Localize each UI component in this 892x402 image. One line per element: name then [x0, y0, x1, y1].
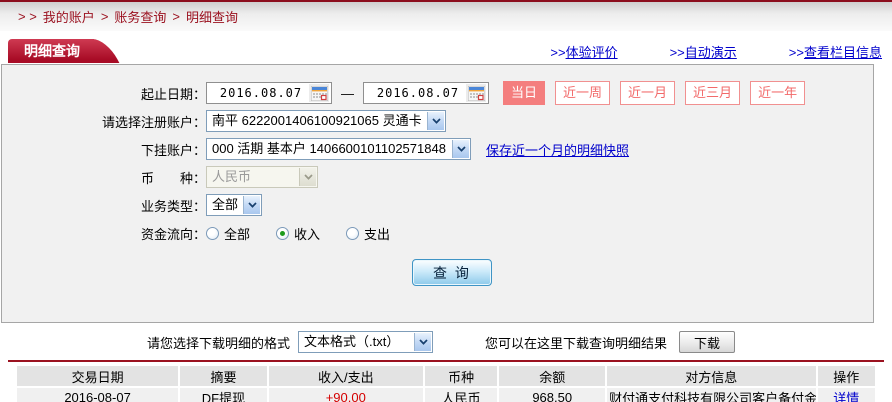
header-summary: 摘要 [180, 366, 267, 386]
query-button-row: 查 询 [2, 259, 873, 286]
register-account-value: 南平 6222001406100921065 灵通卡 [212, 113, 422, 128]
date-range-label: 起止日期： [2, 84, 206, 103]
flow-option-income[interactable]: 收入 [276, 224, 320, 243]
cell-action: 详情 [818, 388, 875, 402]
register-account-label: 请选择注册账户： [2, 112, 206, 131]
header-trade-date: 交易日期 [17, 366, 178, 386]
header-counterparty: 对方信息 [607, 366, 815, 386]
sub-account-row: 下挂账户： 000 活期 基本户 1406600101102571848 保存近… [2, 138, 873, 160]
transaction-table: 交易日期 摘要 收入/支出 币种 余额 对方信息 操作 2016-08-07 D… [15, 364, 877, 402]
link-label: 查看栏目信息 [804, 45, 882, 60]
link-view-column-info[interactable]: >>查看栏目信息 [789, 42, 882, 61]
biz-type-label: 业务类型： [2, 196, 206, 215]
fund-flow-label: 资金流向： [2, 224, 206, 243]
start-date-input[interactable]: 2016.08.07 [206, 82, 332, 104]
currency-value: 人民币 [212, 169, 251, 184]
currency-row: 币 种： 人民币 [2, 166, 873, 188]
link-prefix: >> [670, 45, 685, 60]
tab-links: >>体验评价 >>自动演示 >>查看栏目信息 [498, 42, 892, 61]
breadcrumb-separator: > [172, 9, 180, 24]
download-row: 请您选择下载明细的格式 文本格式（.txt） 您可以在这里下载查询明细结果 下载 [0, 329, 892, 355]
chevron-down-icon [299, 168, 316, 186]
fund-flow-row: 资金流向： 全部 收入 支出 [2, 222, 873, 244]
breadcrumb: > > 我的账户 > 账务查询 > 明细查询 [0, 2, 892, 31]
header-balance: 余额 [499, 366, 605, 386]
radio-icon[interactable] [206, 227, 219, 240]
chevron-down-icon [414, 333, 431, 351]
download-button[interactable]: 下载 [679, 331, 735, 353]
flow-option-label: 收入 [294, 224, 320, 243]
table-header-row: 交易日期 摘要 收入/支出 币种 余额 对方信息 操作 [17, 366, 875, 386]
quick-range-week-button[interactable]: 近一周 [555, 81, 610, 105]
radio-icon[interactable] [346, 227, 359, 240]
tab-label: 明细查询 [24, 43, 80, 59]
link-prefix: >> [789, 45, 804, 60]
tab-bar: 明细查询 >>体验评价 >>自动演示 >>查看栏目信息 [0, 38, 892, 64]
start-date-value: 2016.08.07 [213, 86, 309, 100]
cell-summary: DF提现 [180, 388, 267, 402]
currency-select: 人民币 [206, 166, 318, 188]
query-form-panel: 起止日期： 2016.08.07 — 2016.08.07 [1, 64, 874, 323]
table-row: 2016-08-07 DF提现 +90.00 人民币 968.50 财付通支付科… [17, 388, 875, 402]
download-hint: 您可以在这里下载查询明细结果 [485, 333, 667, 352]
breadcrumb-item-detail-query: 明细查询 [186, 7, 238, 26]
breadcrumb-separator: > [101, 9, 109, 24]
header-action: 操作 [818, 366, 875, 386]
breadcrumb-item-account-query[interactable]: 账务查询 [114, 7, 166, 26]
flow-option-expense[interactable]: 支出 [346, 224, 390, 243]
query-button[interactable]: 查 询 [412, 259, 492, 286]
link-prefix: >> [550, 45, 565, 60]
cell-amount: +90.00 [269, 388, 423, 402]
cell-trade-date: 2016-08-07 [17, 388, 178, 402]
quick-range-today-button[interactable]: 当日 [503, 81, 545, 105]
link-experience-rating[interactable]: >>体验评价 [550, 42, 617, 61]
breadcrumb-item-my-account[interactable]: 我的账户 [43, 7, 95, 26]
biz-type-row: 业务类型： 全部 [2, 194, 873, 216]
chevron-down-icon [243, 196, 260, 214]
download-format-select[interactable]: 文本格式（.txt） [298, 331, 433, 353]
date-range-dash: — [341, 86, 354, 101]
download-format-value: 文本格式（.txt） [304, 334, 399, 349]
cell-counterparty: 财付通支付科技有限公司客户备付金 [607, 388, 815, 402]
download-format-label: 请您选择下载明细的格式 [147, 333, 290, 352]
quick-range-year-button[interactable]: 近一年 [750, 81, 805, 105]
tab-detail-query[interactable]: 明细查询 [8, 39, 94, 63]
flow-option-label: 支出 [364, 224, 390, 243]
quick-range-3months-button[interactable]: 近三月 [685, 81, 740, 105]
end-date-input[interactable]: 2016.08.07 [363, 82, 489, 104]
radio-icon[interactable] [276, 227, 289, 240]
end-date-value: 2016.08.07 [370, 86, 466, 100]
breadcrumb-prefix: > > [18, 9, 37, 24]
currency-label: 币 种： [2, 168, 206, 187]
chevron-down-icon [452, 140, 469, 158]
sub-account-select[interactable]: 000 活期 基本户 1406600101102571848 [206, 138, 471, 160]
flow-option-label: 全部 [224, 224, 250, 243]
biz-type-select[interactable]: 全部 [206, 194, 262, 216]
quick-range-month-button[interactable]: 近一月 [620, 81, 675, 105]
calendar-icon[interactable] [466, 84, 486, 102]
quick-range-buttons: 当日 近一周 近一月 近三月 近一年 [503, 81, 815, 105]
flow-option-all[interactable]: 全部 [206, 224, 250, 243]
detail-link[interactable]: 详情 [833, 391, 859, 402]
link-auto-demo[interactable]: >>自动演示 [670, 42, 737, 61]
header-income-expense: 收入/支出 [269, 366, 423, 386]
calendar-icon[interactable] [309, 84, 329, 102]
sub-account-label: 下挂账户： [2, 140, 206, 159]
header-currency: 币种 [425, 366, 498, 386]
link-label: 体验评价 [566, 45, 618, 60]
save-snapshot-link[interactable]: 保存近一个月的明细快照 [486, 140, 629, 159]
cell-balance: 968.50 [499, 388, 605, 402]
sub-account-value: 000 活期 基本户 1406600101102571848 [212, 141, 446, 156]
chevron-down-icon [427, 112, 444, 130]
register-account-row: 请选择注册账户： 南平 6222001406100921065 灵通卡 [2, 110, 873, 132]
table-divider-line [8, 360, 884, 362]
biz-type-value: 全部 [212, 197, 238, 212]
date-range-row: 起止日期： 2016.08.07 — 2016.08.07 [2, 82, 873, 104]
register-account-select[interactable]: 南平 6222001406100921065 灵通卡 [206, 110, 446, 132]
cell-currency: 人民币 [425, 388, 498, 402]
link-label: 自动演示 [685, 45, 737, 60]
